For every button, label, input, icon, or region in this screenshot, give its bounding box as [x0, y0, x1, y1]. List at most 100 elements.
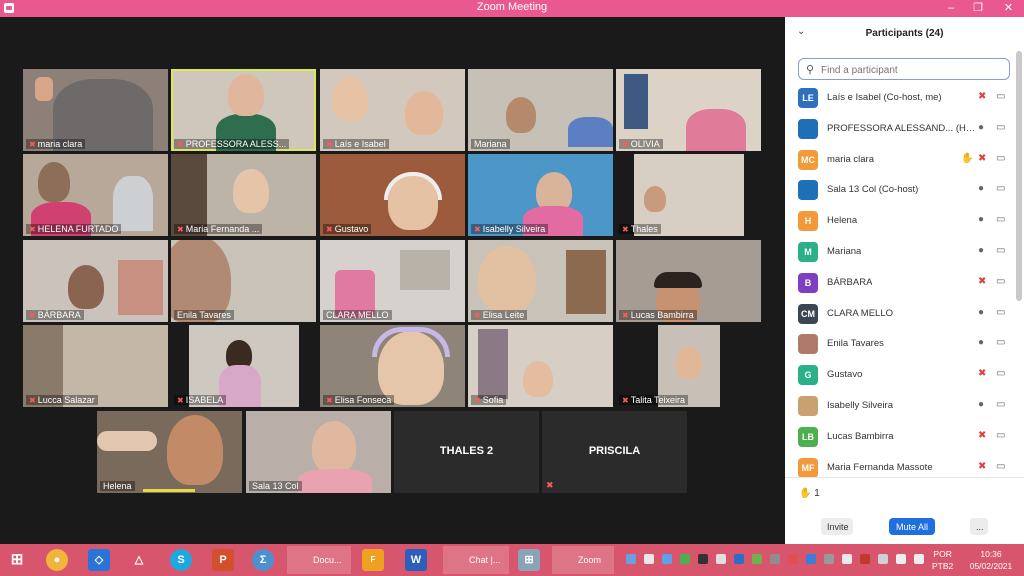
word-icon[interactable]: W — [405, 549, 427, 571]
video-tile[interactable]: ✖ HELENA FURTADO — [23, 154, 168, 236]
mic-icon[interactable]: ● — [978, 399, 984, 410]
minimize-button[interactable]: – — [937, 0, 965, 17]
video-tile[interactable]: Enila Tavares — [171, 240, 316, 322]
participant-row[interactable]: CM CLARA MELLO ● ▭ — [785, 301, 1017, 331]
tray-app-icon[interactable] — [824, 554, 834, 564]
tray-app-icon[interactable] — [734, 554, 744, 564]
video-tile[interactable]: ✖ Isabelly Silveira — [468, 154, 613, 236]
participant-row[interactable]: MC maria clara ✋ ✖ ▭ — [785, 147, 1017, 177]
more-options-button[interactable]: ... — [970, 518, 988, 535]
tray-app-icon[interactable] — [716, 554, 726, 564]
skype-icon[interactable]: S — [170, 549, 192, 571]
search-box[interactable]: ⚲ — [798, 58, 1010, 80]
camera-icon[interactable]: ▭ — [996, 153, 1005, 164]
video-tile[interactable]: Sala 13 Col — [246, 411, 391, 493]
muted-mic-icon[interactable]: ✖ — [978, 368, 986, 379]
camera-icon[interactable]: ▭ — [996, 461, 1005, 472]
participant-row[interactable]: Isabelly Silveira ● ▭ — [785, 393, 1017, 423]
search-input[interactable] — [819, 61, 1003, 79]
tray-app-icon[interactable] — [860, 554, 870, 564]
invite-button[interactable]: Invite — [821, 518, 853, 535]
participant-row[interactable]: M Mariana ● ▭ — [785, 239, 1017, 269]
tray-app-icon[interactable] — [770, 554, 780, 564]
participant-row[interactable]: B BÁRBARA ✖ ▭ — [785, 270, 1017, 300]
tray-app-icon[interactable] — [662, 554, 672, 564]
windows-start-icon[interactable]: ⊞ — [6, 549, 28, 571]
mic-icon[interactable]: ● — [978, 245, 984, 256]
tray-app-icon[interactable] — [626, 554, 636, 564]
tray-app-icon[interactable] — [680, 554, 690, 564]
video-tile[interactable]: PRISCILA ✖ — [542, 411, 687, 493]
tray-app-icon[interactable] — [698, 554, 708, 564]
chrome-icon[interactable]: ● — [46, 549, 68, 571]
camera-icon[interactable]: ▭ — [996, 214, 1005, 225]
camera-icon[interactable]: ▭ — [996, 368, 1005, 379]
video-tile[interactable]: ✖ Lucas Bambirra — [616, 240, 761, 322]
muted-mic-icon[interactable]: ✖ — [978, 276, 986, 287]
tray-app-icon[interactable] — [788, 554, 798, 564]
camera-icon[interactable]: ▭ — [996, 337, 1005, 348]
taskbar-item-zoom[interactable]: Zoom — [552, 546, 614, 574]
tray-app-icon[interactable] — [878, 554, 888, 564]
drive-icon[interactable]: △ — [128, 549, 150, 571]
muted-mic-icon[interactable]: ✖ — [978, 153, 986, 164]
video-tile[interactable]: ✖ Lucca Salazar — [23, 325, 168, 407]
video-tile[interactable]: ✖ Thales — [616, 154, 761, 236]
camera-icon[interactable]: ▭ — [996, 122, 1005, 133]
panel-scrollbar[interactable] — [1016, 51, 1022, 301]
video-tile[interactable]: ✖ Gustavo — [320, 154, 465, 236]
tray-app-icon[interactable] — [752, 554, 762, 564]
camera-icon[interactable]: ▭ — [996, 399, 1005, 410]
participant-row[interactable]: H Helena ● ▭ — [785, 208, 1017, 238]
video-tile[interactable]: THALES 2 — [394, 411, 539, 493]
powerpoint-icon[interactable]: P — [212, 549, 234, 571]
participant-row[interactable]: Sala 13 Col (Co-host) ● ▭ — [785, 177, 1017, 207]
camera-icon[interactable]: ▭ — [996, 183, 1005, 194]
video-tile[interactable]: ✖ Elisa Fonseca — [320, 325, 465, 407]
video-tile[interactable]: ✖ Laís e Isabel — [320, 69, 465, 151]
taskbar-item-chat[interactable]: Chat |... — [443, 546, 509, 574]
mic-icon[interactable]: ● — [978, 183, 984, 194]
participant-row[interactable]: Enila Tavares ● ▭ — [785, 331, 1017, 361]
participant-row[interactable]: G Gustavo ✖ ▭ — [785, 362, 1017, 392]
camera-icon[interactable]: ▭ — [996, 307, 1005, 318]
video-tile[interactable]: ✖ BÁRBARA — [23, 240, 168, 322]
video-tile[interactable]: Helena — [97, 411, 242, 493]
dropbox-icon[interactable]: ◇ — [88, 549, 110, 571]
mic-icon[interactable]: ● — [978, 337, 984, 348]
video-tile[interactable]: ✖ OLIVIA — [616, 69, 761, 151]
video-tile[interactable]: Mariana — [468, 69, 613, 151]
video-tile[interactable]: ✖ Talita Teixeira — [616, 325, 761, 407]
muted-mic-icon[interactable]: ✖ — [978, 461, 986, 472]
camera-icon[interactable]: ▭ — [996, 430, 1005, 441]
muted-mic-icon[interactable]: ✖ — [978, 430, 986, 441]
photos-app-icon[interactable]: F — [362, 549, 384, 571]
camera-icon[interactable]: ▭ — [996, 91, 1005, 102]
camera-icon[interactable]: ▭ — [996, 276, 1005, 287]
language-indicator[interactable]: POR PTB2 — [932, 548, 953, 572]
restore-button[interactable]: ❐ — [964, 0, 992, 17]
participant-row[interactable]: LB Lucas Bambirra ✖ ▭ — [785, 424, 1017, 454]
close-button[interactable]: ✕ — [993, 0, 1024, 17]
calculator-icon[interactable]: ⊞ — [518, 549, 540, 571]
system-clock[interactable]: 10:36 05/02/2021 — [965, 548, 1017, 572]
bluetooth-icon[interactable] — [806, 554, 816, 564]
participant-row[interactable]: PROFESSORA ALESSAND... (Host) ● ▭ — [785, 116, 1017, 146]
video-tile[interactable]: CLARA MELLO — [320, 240, 465, 322]
muted-mic-icon[interactable]: ✖ — [978, 91, 986, 102]
math-icon[interactable]: Σ — [252, 549, 274, 571]
tray-app-icon[interactable] — [842, 554, 852, 564]
camera-icon[interactable]: ▭ — [996, 245, 1005, 256]
video-tile[interactable]: ✖ PROFESSORA ALESS... — [171, 69, 316, 151]
mute-all-button[interactable]: Mute All — [889, 518, 935, 535]
video-tile[interactable]: ✖ Sofia — [468, 325, 613, 407]
video-tile[interactable]: ✖ ISABELA — [171, 325, 316, 407]
mic-icon[interactable]: ● — [978, 122, 984, 133]
video-tile[interactable]: ✖ Elisa Leite — [468, 240, 613, 322]
participant-row[interactable]: LE Laís e Isabel (Co-host, me) ✖ ▭ — [785, 85, 1017, 115]
mic-icon[interactable]: ● — [978, 307, 984, 318]
wifi-icon[interactable] — [896, 554, 906, 564]
volume-icon[interactable] — [914, 554, 924, 564]
taskbar-item-document[interactable]: Docu... — [287, 546, 351, 574]
tray-app-icon[interactable] — [644, 554, 654, 564]
